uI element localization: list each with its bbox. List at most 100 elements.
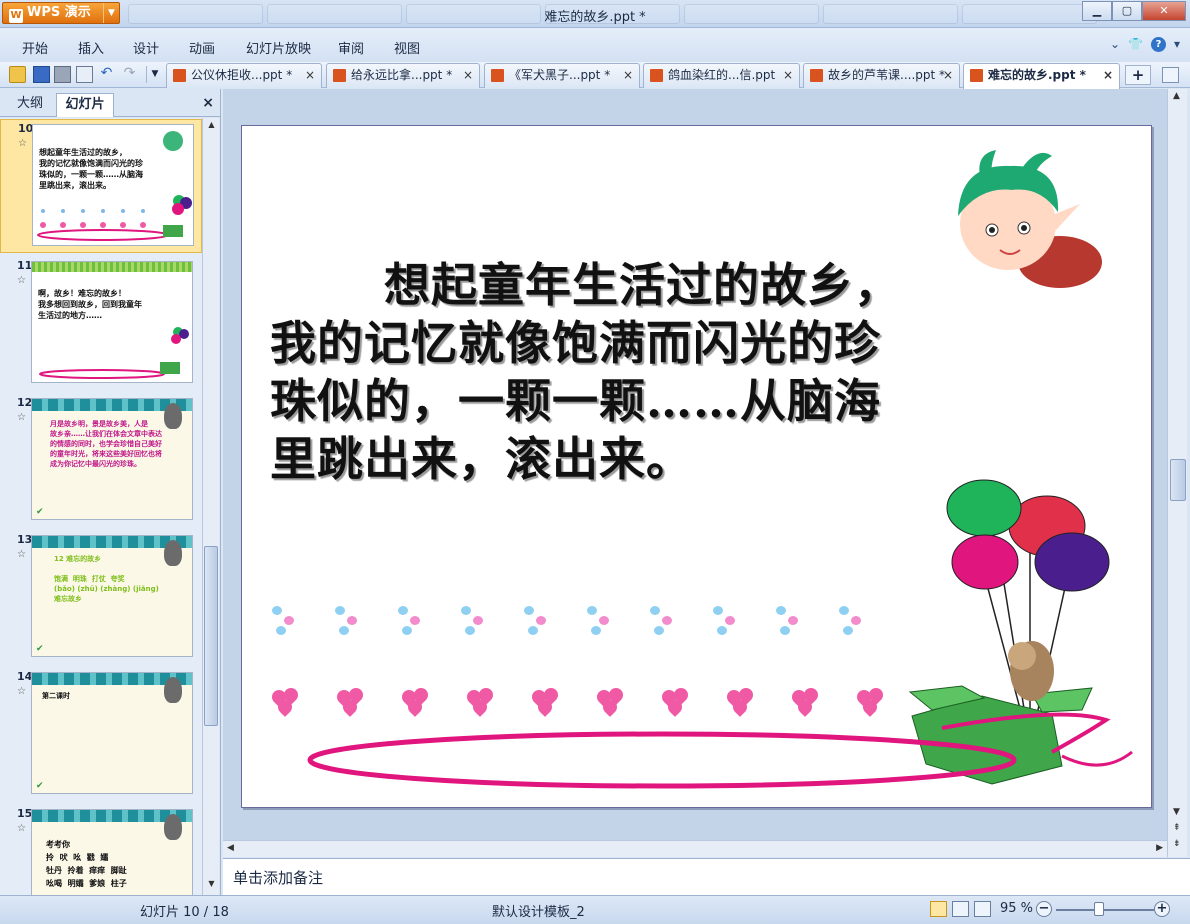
small-hearts-decor — [459, 602, 489, 636]
ppt-file-icon — [173, 69, 186, 82]
new-tab-button[interactable]: + — [1125, 65, 1151, 85]
small-hearts-decor — [333, 602, 363, 636]
skin-icon[interactable]: 👕 — [1128, 37, 1143, 52]
close-button[interactable]: ✕ — [1142, 1, 1186, 21]
scroll-up-icon[interactable]: ▲ — [205, 120, 218, 134]
tab-slides[interactable]: 幻灯片 — [56, 93, 114, 117]
doc-tab[interactable]: 公仪休拒收...ppt * × — [166, 63, 322, 88]
doc-tab[interactable]: 故乡的芦苇课....ppt * × — [803, 63, 960, 88]
menu-review[interactable]: 审阅 — [338, 38, 364, 57]
zoom-in-button[interactable]: + — [1154, 901, 1170, 917]
checkmark-icon: ✔ — [36, 644, 44, 654]
animation-star-icon: ☆ — [17, 823, 26, 834]
ppt-file-icon — [650, 69, 663, 82]
scroll-left-icon[interactable]: ◀ — [227, 843, 234, 853]
notes-pane[interactable]: 单击添加备注 — [223, 858, 1190, 895]
editor-horizontal-scrollbar[interactable]: ◀ ▶ — [223, 840, 1167, 857]
scrollbar-thumb[interactable] — [1170, 459, 1186, 501]
ppt-file-icon — [970, 69, 983, 82]
pink-hearts-decor — [529, 685, 562, 717]
ppt-file-icon — [333, 69, 346, 82]
tab-close-icon[interactable]: × — [623, 64, 633, 87]
tab-close-icon[interactable]: × — [463, 64, 473, 87]
slide-thumbnail-11[interactable]: 11 ☆ 啊，故乡！难忘的故乡！ 我多想回到故乡，回到我童年 生活过的地方…… — [0, 257, 202, 391]
small-hearts-decor — [837, 602, 867, 636]
scroll-up-icon[interactable]: ▲ — [1173, 91, 1180, 101]
decor-small-hearts-row — [270, 602, 900, 636]
slide-text-line: 想起童年生活过的故乡， — [384, 258, 901, 312]
small-hearts-decor — [585, 602, 615, 636]
animation-star-icon: ☆ — [17, 412, 26, 423]
slides-pane: 大纲 幻灯片 × 10 ☆ 想起童年生活过的故乡， 我的记忆就像饱满而闪光的珍 … — [0, 89, 221, 895]
tab-outline[interactable]: 大纲 — [8, 93, 52, 117]
scroll-down-icon[interactable]: ▼ — [205, 879, 218, 893]
pink-hearts-decor — [724, 685, 757, 717]
maximize-button[interactable]: ▢ — [1112, 1, 1142, 21]
menu-view[interactable]: 视图 — [394, 38, 420, 57]
tab-close-icon[interactable]: × — [305, 64, 315, 87]
slide-editor: 想起童年生活过的故乡， 我的记忆就像饱满而闪光的珍 珠似的，一颗一颗……从脑海 … — [223, 89, 1167, 857]
slide-thumbnail-14[interactable]: 14 ☆ 第二课时 ✔ — [0, 668, 202, 802]
menu-animation[interactable]: 动画 — [189, 38, 215, 57]
pink-hearts-decor — [789, 685, 822, 717]
print-icon[interactable] — [54, 66, 71, 83]
ppt-file-icon — [491, 69, 504, 82]
pink-hearts-decor — [399, 685, 432, 717]
tab-close-icon[interactable]: × — [783, 64, 793, 87]
thumbnail-text: 第二课时 — [42, 692, 70, 700]
menu-slideshow[interactable]: 幻灯片放映 — [246, 38, 311, 57]
slide-sorter-view-icon[interactable] — [952, 901, 969, 917]
doc-tab[interactable]: 《军犬黑子...ppt * × — [484, 63, 640, 88]
tab-close-icon[interactable]: × — [943, 64, 953, 87]
menu-design[interactable]: 设计 — [133, 38, 159, 57]
minimize-button[interactable]: ▁ — [1082, 1, 1112, 21]
elf-character-image — [958, 150, 1102, 288]
pink-hearts-decor — [269, 685, 302, 717]
scroll-right-icon[interactable]: ▶ — [1156, 843, 1163, 853]
pink-hearts-decor — [464, 685, 497, 717]
quick-access-dropdown-icon[interactable]: ▼ — [146, 66, 163, 83]
doc-tab-active[interactable]: 难忘的故乡.ppt * × — [963, 63, 1120, 89]
doc-tab[interactable]: 鸽血染红的...信.ppt × — [643, 63, 800, 88]
editor-vertical-scrollbar[interactable]: ▲ ▼ ⇞ ⇟ — [1167, 89, 1187, 857]
slide-thumbnail-12[interactable]: 12 ☆ 月是故乡明，景是故乡美，人是 故乡亲……让我们在体会文章中表达 的情感… — [0, 394, 202, 528]
slideshow-view-icon[interactable] — [974, 901, 991, 917]
collapse-ribbon-icon[interactable]: ⌄ — [1110, 37, 1120, 52]
thumbnail-scrollbar[interactable]: ▲ ▼ — [202, 118, 219, 895]
tab-close-icon[interactable]: × — [1103, 64, 1113, 87]
menu-insert[interactable]: 插入 — [78, 38, 104, 57]
save-icon[interactable] — [33, 66, 50, 83]
help-icon[interactable]: ? — [1150, 37, 1166, 52]
help-dropdown-icon[interactable]: ▾ — [1174, 37, 1180, 52]
zoom-out-button[interactable]: − — [1036, 901, 1052, 917]
thumbnail-text: 月是故乡明，景是故乡美，人是 故乡亲……让我们在体会文章中表达 的情感的同时，也… — [50, 420, 162, 468]
next-slide-icon[interactable]: ⇟ — [1173, 839, 1181, 849]
slide-text-line: 珠似的，一颗一颗……从脑海 — [270, 374, 881, 428]
slide-canvas[interactable]: 想起童年生活过的故乡， 我的记忆就像饱满而闪光的珍 珠似的，一颗一颗……从脑海 … — [241, 125, 1152, 808]
zoom-slider-track[interactable] — [1056, 909, 1154, 911]
slide-thumbnail-15[interactable]: 15 ☆ 考考你 拎 吠 吆 戳 孀 牡丹 拎着 痒痒 脚趾 吆喝 明孀 爹娘 … — [0, 805, 202, 895]
doc-tab[interactable]: 给永远比拿...ppt * × — [326, 63, 480, 88]
tab-list-icon[interactable] — [1162, 67, 1179, 83]
previous-slide-icon[interactable]: ⇞ — [1173, 823, 1181, 833]
close-icon[interactable]: × — [202, 95, 214, 111]
doc-tab-label: 难忘的故乡.ppt * — [988, 68, 1086, 82]
menu-home[interactable]: 开始 — [22, 38, 48, 57]
window-title: 难忘的故乡.ppt * — [544, 10, 646, 25]
small-hearts-decor — [270, 602, 300, 636]
normal-view-icon[interactable] — [930, 901, 947, 917]
scroll-down-icon[interactable]: ▼ — [1173, 807, 1180, 817]
slide-index-status: 幻灯片 10 / 18 — [140, 905, 229, 920]
redo-icon[interactable]: ↷ — [121, 66, 138, 83]
checkmark-icon: ✔ — [36, 507, 44, 517]
doc-tab-label: 给永远比拿...ppt * — [351, 68, 453, 82]
doc-tab-label: 公仪休拒收...ppt * — [191, 68, 293, 82]
open-folder-icon[interactable] — [9, 66, 26, 83]
zoom-slider-handle[interactable] — [1094, 902, 1104, 916]
undo-icon[interactable]: ↶ — [98, 66, 115, 83]
slide-thumbnail-10[interactable]: 10 ☆ 想起童年生活过的故乡， 我的记忆就像饱满而闪光的珍 珠似的，一颗一颗…… — [0, 119, 202, 253]
slide-text-box[interactable]: 想起童年生活过的故乡， 我的记忆就像饱满而闪光的珍 珠似的，一颗一颗……从脑海 … — [270, 256, 1030, 488]
print-preview-icon[interactable] — [76, 66, 93, 83]
slide-thumbnail-13[interactable]: 13 ☆ 12 难忘的故乡 饱满 明珠 打仗 夸奖 (bǎo) (zhū) (z… — [0, 531, 202, 665]
scrollbar-thumb[interactable] — [204, 546, 218, 726]
